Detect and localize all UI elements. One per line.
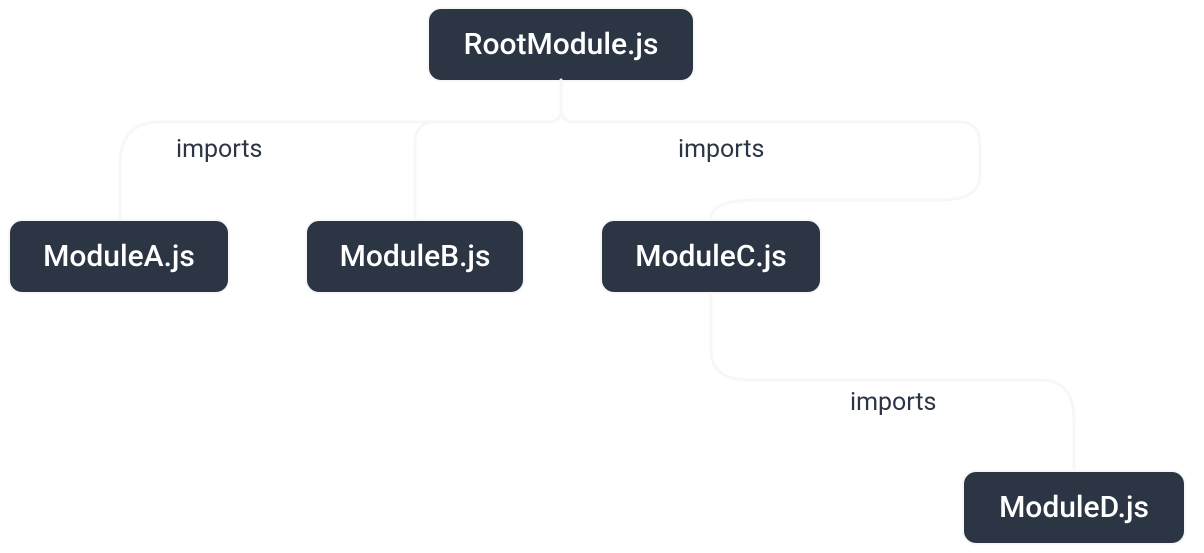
- node-module-a: ModuleA.js: [8, 219, 230, 294]
- edge-label-root-to-a: imports: [176, 135, 262, 164]
- node-module-c: ModuleC.js: [600, 219, 822, 294]
- node-root-module: RootModule.js: [427, 7, 695, 82]
- edge-label-c-to-d: imports: [850, 388, 936, 417]
- edge-label-root-to-c: imports: [678, 135, 764, 164]
- node-module-b: ModuleB.js: [305, 219, 525, 294]
- node-module-d: ModuleD.js: [962, 470, 1186, 545]
